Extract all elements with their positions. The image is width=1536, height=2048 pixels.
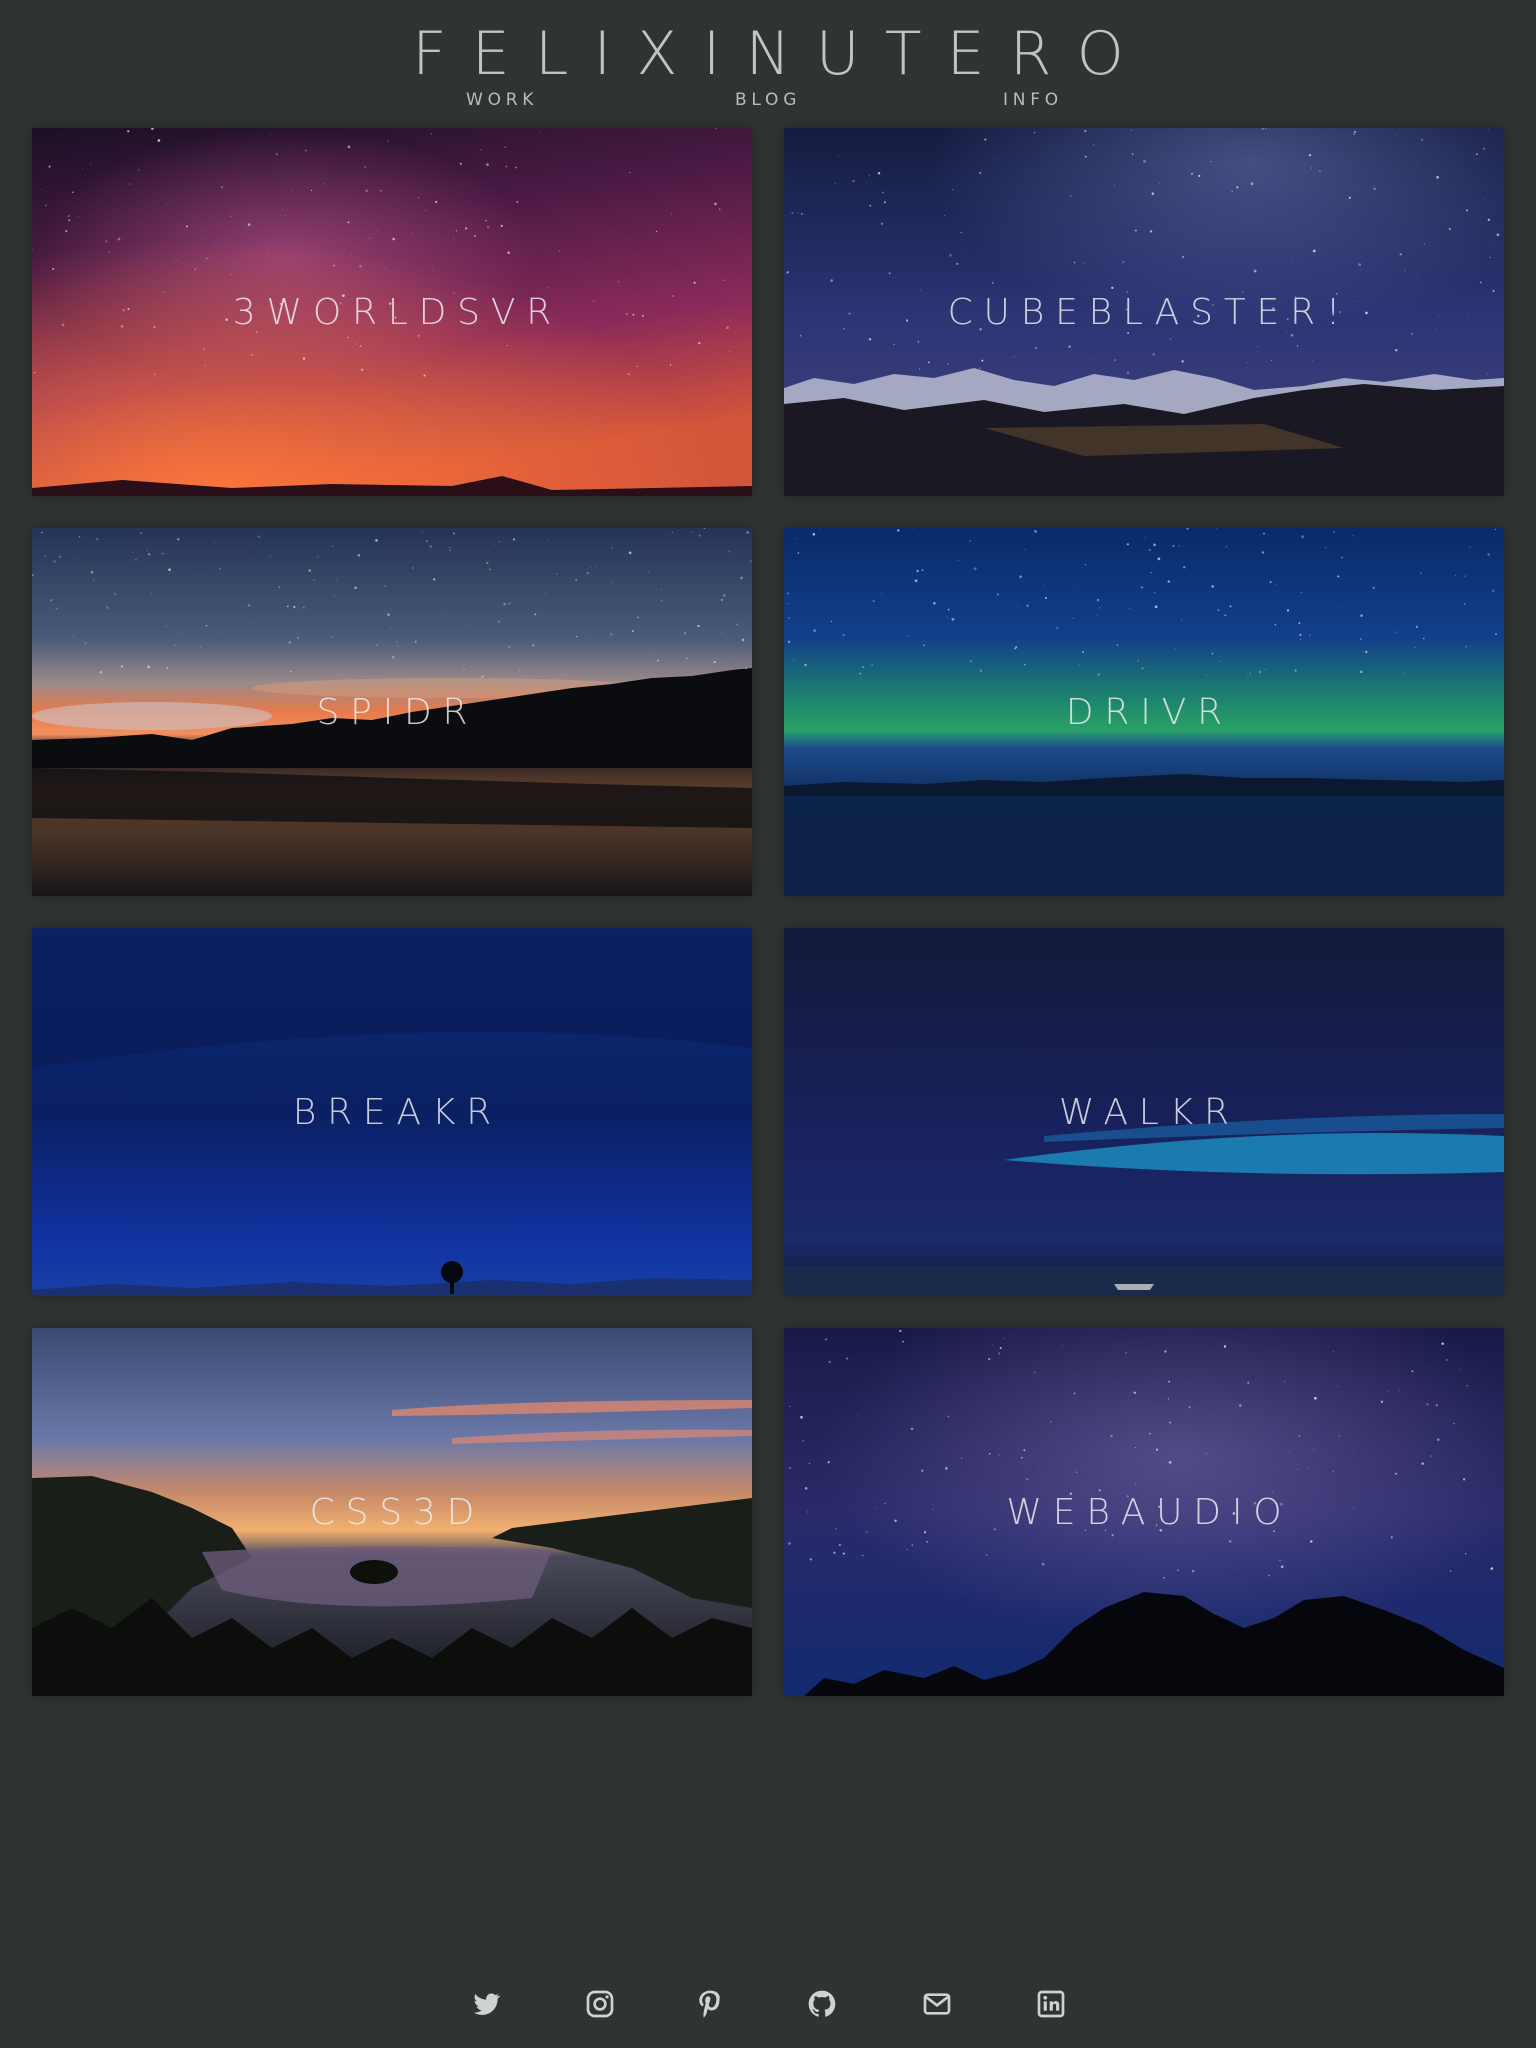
project-label: CSS3D bbox=[309, 1491, 486, 1533]
project-tile-webaudio[interactable]: WEBAUDIO bbox=[784, 1328, 1504, 1696]
nav-blog-link[interactable]: BLOG bbox=[735, 90, 801, 110]
project-label: 3WORLDSVR bbox=[232, 291, 563, 333]
project-tile-drivr[interactable]: DRIVR bbox=[784, 528, 1504, 896]
project-tile-breakr[interactable]: BREAKR bbox=[32, 928, 752, 1296]
pinterest-icon[interactable] bbox=[694, 1988, 726, 2020]
linkedin-icon[interactable] bbox=[1035, 1988, 1067, 2020]
project-label: BREAKR bbox=[292, 1091, 503, 1133]
project-tile-spidr[interactable]: SPIDR bbox=[32, 528, 752, 896]
instagram-icon[interactable] bbox=[584, 1988, 616, 2020]
social-footer bbox=[0, 1988, 1536, 2030]
project-tile-walkr[interactable]: WALKR bbox=[784, 928, 1504, 1296]
twitter-icon[interactable] bbox=[470, 1988, 502, 2020]
project-label: CUBEBLASTER! bbox=[947, 291, 1352, 333]
email-icon[interactable] bbox=[921, 1988, 953, 2020]
github-icon[interactable] bbox=[806, 1988, 838, 2020]
project-label: WALKR bbox=[1058, 1091, 1240, 1133]
nav-work-link[interactable]: WORK bbox=[466, 90, 538, 110]
project-tile-3worldsvr[interactable]: 3WORLDSVR bbox=[32, 128, 752, 496]
project-tile-css3d[interactable]: CSS3D bbox=[32, 1328, 752, 1696]
project-label: WEBAUDIO bbox=[1006, 1491, 1293, 1533]
main-nav: WORK BLOG INFO bbox=[0, 90, 1536, 114]
site-title[interactable]: FELIXINUTERO bbox=[0, 18, 1536, 90]
project-label: SPIDR bbox=[316, 691, 479, 733]
project-label: DRIVR bbox=[1065, 691, 1233, 733]
nav-info-link[interactable]: INFO bbox=[1003, 90, 1063, 110]
project-tile-cubeblaster[interactable]: CUBEBLASTER! bbox=[784, 128, 1504, 496]
